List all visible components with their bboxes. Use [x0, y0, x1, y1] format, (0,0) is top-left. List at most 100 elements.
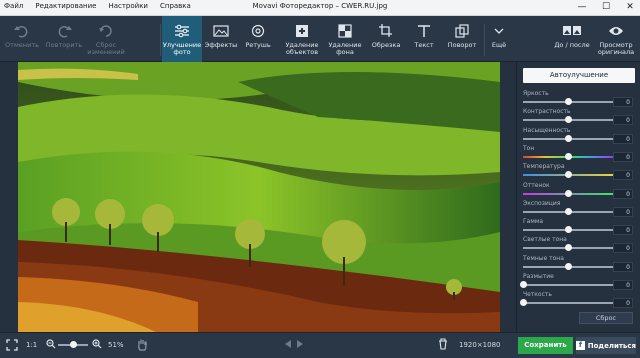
- facebook-icon: f: [576, 341, 585, 350]
- view-original-button[interactable]: Просмотр оригинала: [594, 16, 638, 62]
- slider-label: Яркость: [523, 90, 549, 97]
- slider-knob[interactable]: [564, 152, 572, 160]
- slider-label: Размытие: [523, 273, 554, 280]
- trash-icon[interactable]: [438, 338, 448, 352]
- slider-value[interactable]: 0: [613, 151, 633, 162]
- title-bar: Файл Редактирование Настройки Справка Mo…: [0, 0, 640, 16]
- tab-remove-objects[interactable]: Удаление объектов: [280, 16, 324, 62]
- zoom-in-icon[interactable]: [92, 339, 102, 351]
- menu-help[interactable]: Справка: [158, 2, 193, 10]
- slider-knob[interactable]: [519, 281, 527, 288]
- slider-value[interactable]: 0: [613, 243, 633, 254]
- tab-enhance[interactable]: Улучшение фото: [162, 16, 202, 62]
- slider-label: Гамма: [523, 218, 544, 226]
- photo-preview[interactable]: [18, 62, 500, 333]
- slider-row: Насыщенность 0: [523, 127, 637, 145]
- reset-icon: [97, 22, 115, 40]
- toolbar: Отменить Повторить Сброс изменений Улучш…: [0, 16, 640, 62]
- slider-row: Гамма 0: [523, 218, 637, 236]
- tab-rotate[interactable]: Поворот: [444, 16, 480, 62]
- tab-retouch[interactable]: Ретушь: [240, 16, 276, 62]
- reset-button[interactable]: Сброс: [579, 312, 633, 324]
- before-after-label: До / после: [554, 41, 590, 49]
- slider-track[interactable]: [523, 302, 613, 305]
- slider-knob[interactable]: [519, 299, 527, 307]
- slider-knob[interactable]: [564, 207, 572, 215]
- share-label: Поделиться: [587, 341, 636, 350]
- window-controls: — ☐ ✕: [576, 1, 636, 13]
- actual-size-button[interactable]: 1:1: [26, 341, 37, 349]
- tab-remove-background-label: Удаление фона: [328, 41, 362, 56]
- sliders-icon: [173, 22, 191, 40]
- tab-text[interactable]: Текст: [408, 16, 440, 62]
- slider-row: Четкость 0: [519, 291, 637, 309]
- slider-value[interactable]: 0: [613, 133, 633, 144]
- undo-label: Отменить: [5, 41, 39, 49]
- redo-button[interactable]: Повторить: [44, 16, 84, 62]
- before-after-button[interactable]: До / после: [552, 16, 592, 62]
- next-image-icon[interactable]: [296, 339, 304, 351]
- slider-value[interactable]: 0: [613, 206, 633, 217]
- slider-knob[interactable]: [564, 244, 572, 252]
- tab-remove-background[interactable]: Удаление фона: [326, 16, 364, 62]
- slider-knob[interactable]: [564, 98, 572, 105]
- adjustments-panel: Автоулучшение Яркость 0 Контрастность 0 Насы…: [516, 62, 640, 332]
- tab-effects-label: Эффекты: [204, 41, 238, 49]
- more-label: Ещё: [491, 41, 507, 49]
- save-button[interactable]: Сохранить: [518, 337, 573, 354]
- undo-button[interactable]: Отменить: [4, 16, 40, 62]
- slider-row: Оттенок 0: [523, 182, 637, 200]
- redo-label: Повторить: [45, 41, 83, 49]
- slider-knob[interactable]: [564, 134, 572, 142]
- tab-remove-objects-label: Удаление объектов: [285, 41, 319, 56]
- slider-label: Четкость: [523, 291, 552, 299]
- menu-settings[interactable]: Настройки: [106, 2, 150, 10]
- share-button[interactable]: f Поделиться: [576, 337, 636, 354]
- auto-enhance-button[interactable]: Автоулучшение: [523, 68, 635, 83]
- slider-row: Размытие 0: [519, 273, 637, 291]
- slider-value[interactable]: 0: [613, 97, 633, 107]
- tab-crop-label: Обрезка: [371, 41, 401, 49]
- maximize-button[interactable]: ☐: [600, 1, 612, 13]
- slider-value[interactable]: 0: [613, 280, 633, 290]
- slider-value[interactable]: 0: [613, 188, 633, 199]
- zoom-out-icon[interactable]: [46, 339, 56, 351]
- fit-screen-icon[interactable]: [6, 339, 18, 353]
- slider-value[interactable]: 0: [613, 225, 633, 236]
- slider-row: Контрастность 0: [523, 108, 637, 126]
- zoom-value: 51%: [108, 341, 124, 349]
- minimize-button[interactable]: —: [576, 1, 588, 13]
- tab-rotate-label: Поворот: [447, 41, 477, 49]
- image-dimensions: 1920×1080: [459, 341, 501, 349]
- retouch-icon: [249, 22, 267, 40]
- slider-label: Тон: [523, 144, 535, 152]
- remove-objects-icon: [293, 22, 311, 40]
- slider-value[interactable]: 0: [613, 261, 633, 272]
- tab-effects[interactable]: Эффекты: [204, 16, 238, 62]
- hand-icon[interactable]: [136, 338, 148, 353]
- slider-knob[interactable]: [564, 171, 572, 179]
- slider-knob[interactable]: [564, 226, 572, 234]
- eye-icon: [607, 22, 625, 40]
- slider-value[interactable]: 0: [613, 170, 633, 181]
- close-button[interactable]: ✕: [624, 1, 636, 13]
- tab-enhance-label: Улучшение фото: [162, 41, 202, 56]
- more-button[interactable]: Ещё: [486, 16, 512, 62]
- remove-background-icon: [336, 22, 354, 40]
- slider-track[interactable]: [523, 284, 613, 286]
- slider-knob[interactable]: [564, 262, 572, 270]
- slider-knob[interactable]: [564, 116, 572, 124]
- slider-value[interactable]: 0: [613, 115, 633, 126]
- tab-text-label: Текст: [414, 41, 434, 49]
- landscape-photo: [18, 62, 500, 333]
- slider-label: Экспозиция: [523, 199, 561, 207]
- slider-value[interactable]: 0: [613, 298, 633, 309]
- slider-knob[interactable]: [564, 189, 572, 197]
- previous-image-icon[interactable]: [284, 339, 292, 351]
- menu-file[interactable]: Файл: [2, 2, 25, 10]
- slider-label: Светлые тона: [523, 236, 567, 244]
- zoom-slider-knob[interactable]: [69, 341, 77, 348]
- tab-crop[interactable]: Обрезка: [368, 16, 404, 62]
- menu-edit[interactable]: Редактирование: [33, 2, 98, 10]
- reset-changes-button[interactable]: Сброс изменений: [86, 16, 126, 62]
